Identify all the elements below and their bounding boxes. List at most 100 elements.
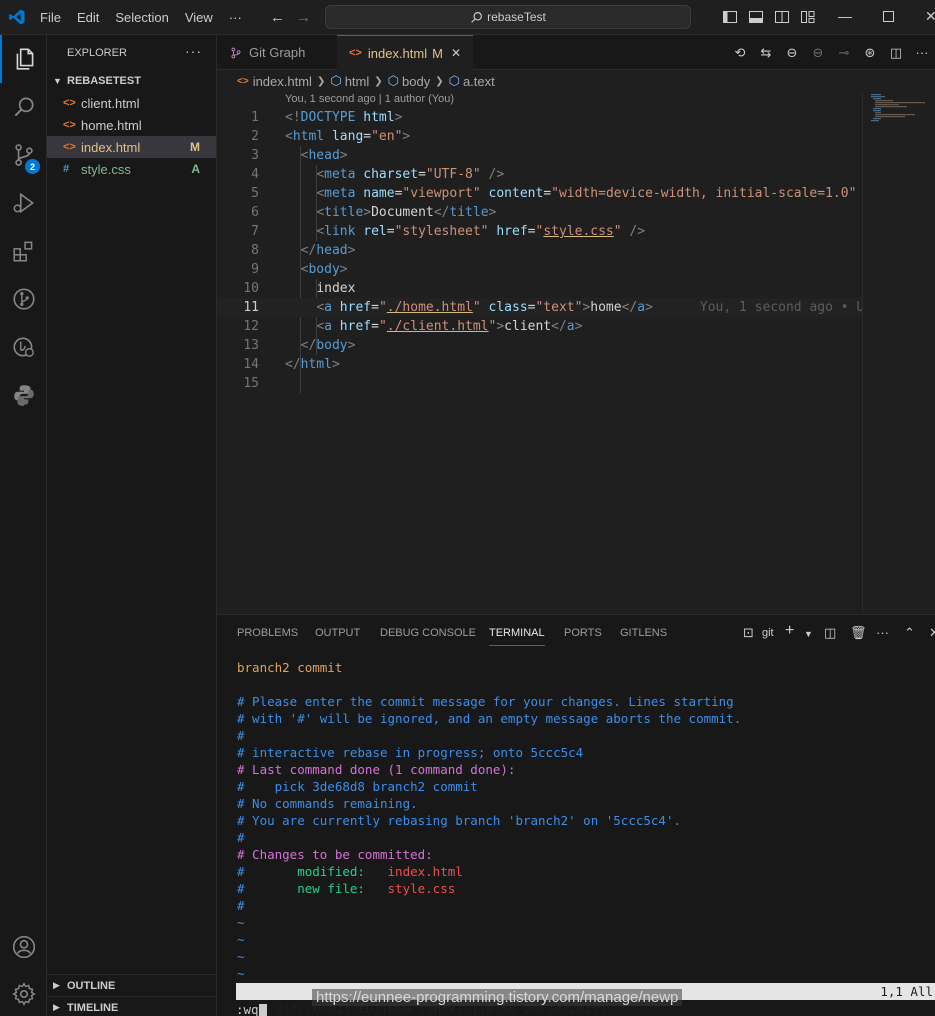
open-file-changes-icon[interactable]: ⊸ bbox=[831, 45, 857, 61]
search-label: rebaseTest bbox=[487, 10, 546, 24]
terminal-line: # Please enter the commit message for yo… bbox=[237, 693, 935, 710]
vim-status-position: 1,1 All bbox=[880, 984, 933, 999]
terminal-line-text: # interactive rebase in progress; onto 5… bbox=[237, 745, 584, 760]
line-number: 1 bbox=[251, 110, 259, 125]
line-number: 13 bbox=[243, 338, 259, 353]
breadcrumb-html[interactable]: html bbox=[345, 74, 370, 89]
compare-previous-icon[interactable]: ⊖ bbox=[779, 45, 805, 61]
run-debug-icon[interactable] bbox=[0, 179, 47, 227]
code-line: 5 <meta name="viewport" content="width=d… bbox=[217, 184, 872, 203]
toggle-secondary-sidebar-icon[interactable] bbox=[774, 9, 790, 25]
code-line: 7 <link rel="stylesheet" href="style.css… bbox=[217, 222, 862, 241]
explorer-sidebar: EXPLORER ··· ▼ REBASETEST <> client.html… bbox=[47, 35, 217, 1016]
terminal-line: # new file: style.css bbox=[237, 880, 935, 897]
split-terminal-icon[interactable]: ◫ bbox=[824, 625, 836, 641]
folder-rebasetest[interactable]: ▼ REBASETEST bbox=[47, 70, 216, 92]
terminal-line: ~ bbox=[237, 965, 935, 982]
menu-edit[interactable]: Edit bbox=[69, 10, 107, 25]
remote-explorer-icon[interactable] bbox=[0, 323, 47, 371]
split-editor-icon[interactable]: ◫ bbox=[883, 45, 909, 61]
tab-problems[interactable]: PROBLEMS bbox=[237, 627, 298, 639]
minimize-icon[interactable]: — bbox=[838, 8, 852, 24]
terminal-line-text: # with '#' will be ignored, and an empty… bbox=[237, 711, 742, 726]
close-panel-icon[interactable]: ✕ bbox=[929, 625, 935, 641]
gitlens-icon[interactable]: ⊛ bbox=[857, 45, 883, 61]
toggle-panel-icon[interactable] bbox=[748, 9, 764, 25]
line-number: 6 bbox=[251, 205, 259, 220]
file-home-html[interactable]: <> home.html bbox=[47, 114, 216, 136]
file-client-html[interactable]: <> client.html bbox=[47, 92, 216, 114]
explorer-title: EXPLORER bbox=[67, 46, 127, 59]
back-arrow-icon[interactable]: ← bbox=[270, 9, 285, 26]
terminal-line-text: # bbox=[237, 898, 245, 913]
tab-index-html[interactable]: <> index.html M ✕ bbox=[337, 35, 473, 70]
terminal-line: # interactive rebase in progress; onto 5… bbox=[237, 744, 935, 761]
explorer-more-icon[interactable]: ··· bbox=[185, 43, 202, 59]
extensions-icon[interactable] bbox=[0, 227, 47, 275]
editor-tabs: Git Graph <> index.html M ✕ ⟲ ⇆ ⊖ ⊖ ⊸ ⊛ … bbox=[217, 35, 935, 70]
search-icon[interactable] bbox=[0, 83, 47, 131]
terminal-line-part: style.css bbox=[387, 881, 456, 896]
tab-output[interactable]: OUTPUT bbox=[315, 627, 360, 639]
inline-blame: You, 1 second ago • Un bbox=[699, 300, 873, 315]
account-icon[interactable] bbox=[0, 923, 47, 971]
command-center-search[interactable]: rebaseTest bbox=[325, 5, 691, 29]
settings-gear-icon[interactable] bbox=[0, 970, 47, 1016]
code-line: 10 index bbox=[217, 279, 862, 298]
compare-next-icon[interactable]: ⊖ bbox=[805, 45, 831, 61]
outline-section[interactable]: ▶ OUTLINE bbox=[47, 974, 217, 996]
timeline-history-icon[interactable]: ⟲ bbox=[727, 45, 753, 61]
line-number: 4 bbox=[251, 167, 259, 182]
chevron-right-icon: ▶ bbox=[53, 980, 60, 990]
code-line: 2 <html lang="en"> bbox=[217, 127, 862, 146]
terminal-shell-name[interactable]: git bbox=[762, 627, 774, 639]
menu-selection[interactable]: Selection bbox=[107, 10, 176, 25]
menu-more[interactable]: ··· bbox=[221, 10, 250, 25]
panel-more-icon[interactable]: ··· bbox=[876, 625, 889, 640]
python-icon[interactable] bbox=[0, 371, 47, 419]
chevron-right-icon: ▶ bbox=[53, 1002, 60, 1012]
tab-gitlens[interactable]: GITLENS bbox=[620, 627, 667, 639]
codelens-blame[interactable]: You, 1 second ago | 1 author (You) bbox=[285, 93, 454, 105]
html-file-icon: <> bbox=[237, 75, 249, 87]
tab-git-graph[interactable]: Git Graph bbox=[217, 35, 337, 70]
element-symbol-icon: ⬡ bbox=[387, 73, 399, 88]
maximize-icon[interactable] bbox=[883, 11, 894, 22]
tab-terminal[interactable]: TERMINAL bbox=[489, 627, 545, 646]
terminal-line: # bbox=[237, 829, 935, 846]
vim-command-line[interactable]: :wq bbox=[236, 1001, 267, 1016]
explorer-icon[interactable] bbox=[0, 35, 47, 83]
terminal-line-text: # Last command done (1 command done): bbox=[237, 762, 516, 777]
editor-more-icon[interactable]: ··· bbox=[909, 45, 935, 61]
source-control-icon[interactable]: 2 bbox=[0, 131, 47, 179]
file-index-html[interactable]: <> index.html M bbox=[47, 136, 216, 158]
css-file-icon: # bbox=[63, 163, 70, 175]
tab-debug-console[interactable]: DEBUG CONSOLE bbox=[380, 627, 476, 639]
open-changes-icon[interactable]: ⇆ bbox=[753, 45, 779, 61]
breadcrumb-a-text[interactable]: a.text bbox=[463, 74, 495, 89]
minimap[interactable] bbox=[862, 92, 935, 613]
html-file-icon: <> bbox=[63, 97, 76, 109]
timeline-label: TIMELINE bbox=[67, 1001, 119, 1014]
customize-layout-icon[interactable] bbox=[800, 9, 816, 25]
terminal-output[interactable]: branch2 commit # Please enter the commit … bbox=[237, 659, 935, 982]
code-editor[interactable]: 1 <!DOCTYPE html> 2 <html lang="en"> 3 <he… bbox=[217, 108, 872, 613]
line-number: 9 bbox=[251, 262, 259, 277]
close-tab-icon[interactable]: ✕ bbox=[451, 46, 461, 60]
timeline-section[interactable]: ▶ TIMELINE bbox=[47, 996, 217, 1016]
trash-icon[interactable]: 🗑 bbox=[850, 625, 867, 641]
tab-ports[interactable]: PORTS bbox=[564, 627, 602, 639]
file-style-css[interactable]: # style.css A bbox=[47, 158, 216, 180]
code-line: 6 <title>Document</title> bbox=[217, 203, 862, 222]
maximize-panel-icon[interactable]: ⌃ bbox=[904, 625, 915, 641]
breadcrumb-body[interactable]: body bbox=[402, 74, 430, 89]
toggle-sidebar-icon[interactable] bbox=[722, 9, 738, 25]
forward-arrow-icon[interactable]: → bbox=[296, 9, 311, 26]
git-graph-icon[interactable] bbox=[0, 275, 47, 323]
new-terminal-icon[interactable]: + bbox=[785, 622, 794, 640]
close-window-icon[interactable]: ✕ bbox=[925, 8, 935, 25]
menu-file[interactable]: File bbox=[32, 10, 69, 25]
breadcrumb-file[interactable]: index.html bbox=[253, 74, 312, 89]
chevron-down-icon[interactable]: ▼ bbox=[804, 629, 813, 639]
menu-view[interactable]: View bbox=[177, 10, 221, 25]
